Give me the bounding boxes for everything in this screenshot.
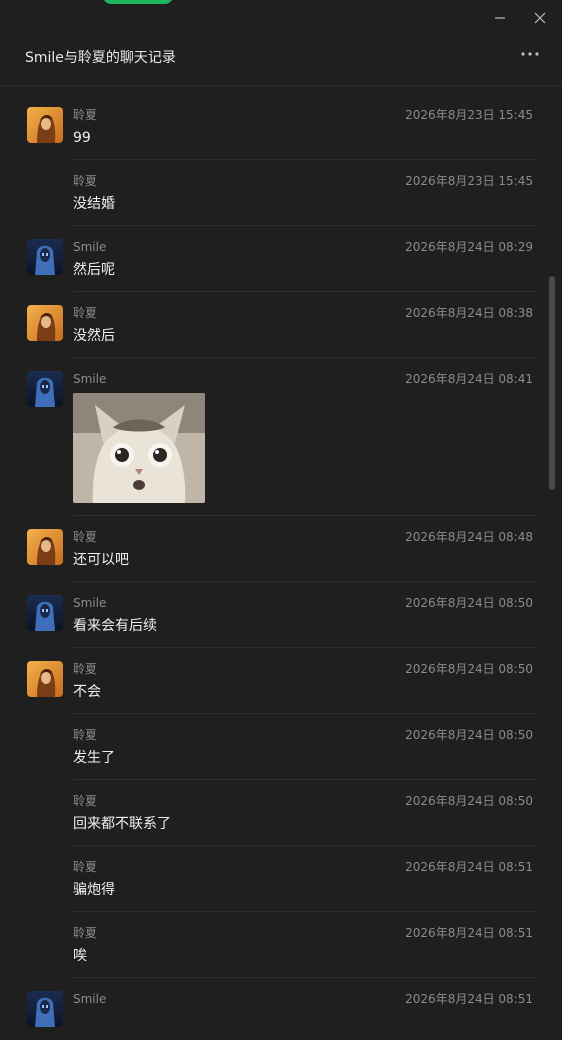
- more-icon[interactable]: [518, 42, 542, 66]
- message-row[interactable]: 聆夏 2026年8月23日 15:45 没结婚: [0, 160, 538, 226]
- message-text: 发生了: [73, 750, 115, 766]
- avatar-linxia[interactable]: [27, 305, 63, 341]
- message-text: 不会: [73, 684, 101, 700]
- message-row[interactable]: Smile 2026年8月24日 08:41: [0, 358, 538, 516]
- message-row[interactable]: 聆夏 2026年8月24日 08:50 回来都不联系了: [0, 780, 538, 846]
- message-timestamp: 2026年8月24日 08:50: [405, 728, 533, 742]
- message-row[interactable]: 聆夏 2026年8月24日 08:38 没然后: [0, 292, 538, 358]
- message-text: 唉: [73, 948, 87, 964]
- close-icon[interactable]: [530, 8, 550, 28]
- message-timestamp: 2026年8月24日 08:41: [405, 372, 533, 386]
- message-timestamp: 2026年8月24日 08:48: [405, 530, 533, 544]
- message-row[interactable]: 聆夏 2026年8月24日 08:50 发生了: [0, 714, 538, 780]
- message-row[interactable]: 聆夏 2026年8月24日 08:48 还可以吧: [0, 516, 538, 582]
- message-list[interactable]: 聆夏 2026年8月23日 15:45 99 聆夏 2026年8月23日 15:45 没结…: [0, 94, 538, 1040]
- top-green-tab[interactable]: [103, 0, 173, 4]
- window-title: Smile与聆夏的聊天记录: [25, 50, 176, 66]
- avatar-linxia[interactable]: [27, 661, 63, 697]
- message-row[interactable]: Smile 2026年8月24日 08:50 看来会有后续: [0, 582, 538, 648]
- surprised-cat-sticker[interactable]: [73, 393, 205, 503]
- message-timestamp: 2026年8月24日 08:51: [405, 926, 533, 940]
- message-text: 没然后: [73, 328, 115, 344]
- message-row[interactable]: 聆夏 2026年8月24日 08:51 唉: [0, 912, 538, 978]
- message-timestamp: 2026年8月24日 08:38: [405, 306, 533, 320]
- message-row[interactable]: Smile 2026年8月24日 08:51: [0, 978, 538, 1027]
- message-text: 还可以吧: [73, 552, 129, 568]
- message-text: 然后呢: [73, 262, 115, 278]
- avatar-linxia[interactable]: [27, 107, 63, 143]
- avatar-smile[interactable]: [27, 239, 63, 275]
- message-text: 99: [73, 130, 91, 146]
- message-row[interactable]: 聆夏 2026年8月24日 08:50 不会: [0, 648, 538, 714]
- message-timestamp: 2026年8月24日 08:50: [405, 596, 533, 610]
- message-row[interactable]: 聆夏 2026年8月23日 15:45 99: [0, 94, 538, 160]
- message-timestamp: 2026年8月23日 15:45: [405, 174, 533, 188]
- message-timestamp: 2026年8月24日 08:29: [405, 240, 533, 254]
- minimize-icon[interactable]: [490, 8, 510, 28]
- message-timestamp: 2026年8月24日 08:50: [405, 794, 533, 808]
- message-text: 骗炮得: [73, 882, 115, 898]
- message-text: 没结婚: [73, 196, 115, 212]
- message-timestamp: 2026年8月23日 15:45: [405, 108, 533, 122]
- scrollbar-thumb[interactable]: [549, 276, 555, 490]
- message-timestamp: 2026年8月24日 08:51: [405, 860, 533, 874]
- avatar-smile[interactable]: [27, 991, 63, 1027]
- message-row[interactable]: 聆夏 2026年8月24日 08:51 骗炮得: [0, 846, 538, 912]
- message-row[interactable]: Smile 2026年8月24日 08:29 然后呢: [0, 226, 538, 292]
- message-timestamp: 2026年8月24日 08:51: [405, 992, 533, 1006]
- avatar-linxia[interactable]: [27, 529, 63, 565]
- message-timestamp: 2026年8月24日 08:50: [405, 662, 533, 676]
- avatar-smile[interactable]: [27, 371, 63, 407]
- chat-history-header: Smile与聆夏的聊天记录: [0, 32, 562, 86]
- message-text: 回来都不联系了: [73, 816, 171, 832]
- avatar-smile[interactable]: [27, 595, 63, 631]
- message-text: 看来会有后续: [73, 618, 157, 634]
- window-controls: [490, 8, 550, 28]
